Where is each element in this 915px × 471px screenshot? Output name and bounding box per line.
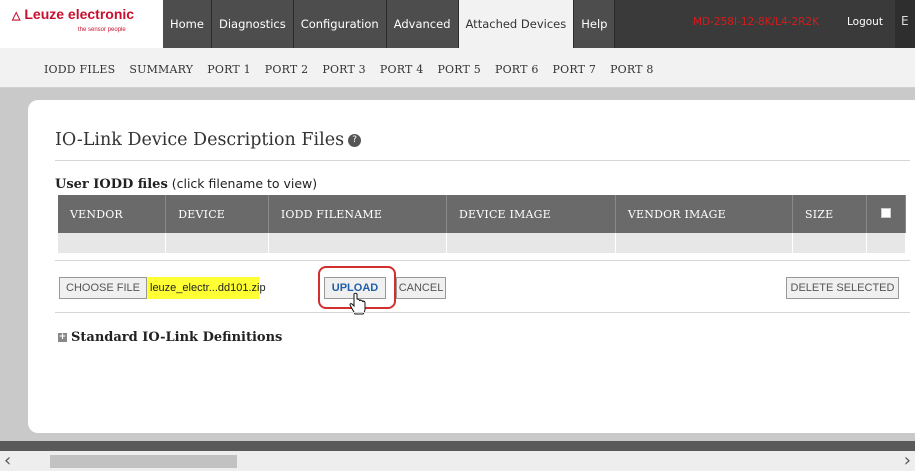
selected-filename: leuze_electr...dd101.zip [147, 277, 266, 299]
divider [55, 260, 910, 261]
nav-help[interactable]: Help [574, 0, 616, 48]
help-icon[interactable]: ? [348, 134, 362, 147]
subnav-port-2[interactable]: PORT 2 [265, 63, 309, 76]
expand-plus-icon[interactable]: + [58, 333, 67, 342]
column-header-select [866, 195, 907, 233]
table-caption: User IODD files (click filename to view) [55, 176, 318, 192]
sub-nav: IODD FILES SUMMARY PORT 1 PORT 2 PORT 3 … [0, 48, 915, 88]
truncated-menu-item[interactable]: E [895, 0, 915, 48]
column-header-vendor[interactable]: VENDOR [58, 195, 167, 233]
subnav-port-8[interactable]: PORT 8 [610, 63, 654, 76]
column-header-iodd-filename[interactable]: IODD FILENAME [268, 195, 448, 233]
column-header-device[interactable]: DEVICE [165, 195, 269, 233]
nav-diagnostics[interactable]: Diagnostics [211, 0, 294, 48]
subnav-port-4[interactable]: PORT 4 [380, 63, 424, 76]
column-header-size[interactable]: SIZE [792, 195, 867, 233]
scroll-left-arrow-icon[interactable]: ‹ [4, 451, 11, 471]
horizontal-scrollbar[interactable]: ‹ › [0, 451, 915, 471]
nav-home[interactable]: Home [163, 0, 212, 48]
subnav-summary[interactable]: SUMMARY [129, 63, 193, 76]
main-nav: Home Diagnostics Configuration Advanced … [163, 0, 616, 48]
scroll-right-arrow-icon[interactable]: › [904, 451, 911, 471]
logo[interactable]: △ Leuze electronic the sensor people [0, 0, 163, 48]
logo-subtitle: the sensor people [78, 27, 126, 33]
divider [55, 312, 910, 313]
logo-title: Leuze electronic [24, 6, 135, 22]
subnav-iodd-files[interactable]: IODD FILES [44, 63, 115, 76]
subnav-port-1[interactable]: PORT 1 [207, 63, 251, 76]
page-title: IO-Link Device Description Files? [55, 130, 362, 150]
nav-configuration[interactable]: Configuration [293, 0, 387, 48]
subnav-port-7[interactable]: PORT 7 [553, 63, 597, 76]
content-panel: IO-Link Device Description Files? User I… [28, 100, 915, 433]
footer-bar [0, 441, 915, 451]
column-header-device-image[interactable]: DEVICE IMAGE [446, 195, 616, 233]
choose-file-button[interactable]: CHOOSE FILE [59, 277, 147, 299]
divider [55, 160, 910, 161]
subnav-port-5[interactable]: PORT 5 [437, 63, 481, 76]
iodd-table: VENDOR DEVICE IODD FILENAME DEVICE IMAGE… [58, 195, 907, 253]
column-header-vendor-image[interactable]: VENDOR IMAGE [615, 195, 794, 233]
select-all-checkbox[interactable] [880, 207, 891, 218]
subnav-port-3[interactable]: PORT 3 [322, 63, 366, 76]
standard-definitions-toggle[interactable]: + Standard IO-Link Definitions [58, 330, 282, 345]
cancel-button[interactable]: CANCEL [396, 277, 446, 299]
device-model: MD-258I-12-8K/L4-2R2K [693, 16, 819, 28]
top-header: △ Leuze electronic the sensor people Hom… [0, 0, 915, 48]
logout-link[interactable]: Logout [847, 16, 883, 28]
nav-advanced[interactable]: Advanced [386, 0, 459, 48]
subnav-port-6[interactable]: PORT 6 [495, 63, 539, 76]
warning-triangle-icon: △ [12, 10, 21, 22]
table-row [58, 233, 907, 253]
nav-attached-devices[interactable]: Attached Devices [458, 0, 575, 48]
scroll-thumb[interactable] [50, 455, 237, 468]
delete-selected-button[interactable]: DELETE SELECTED [786, 277, 899, 299]
hand-cursor-icon [349, 292, 366, 315]
